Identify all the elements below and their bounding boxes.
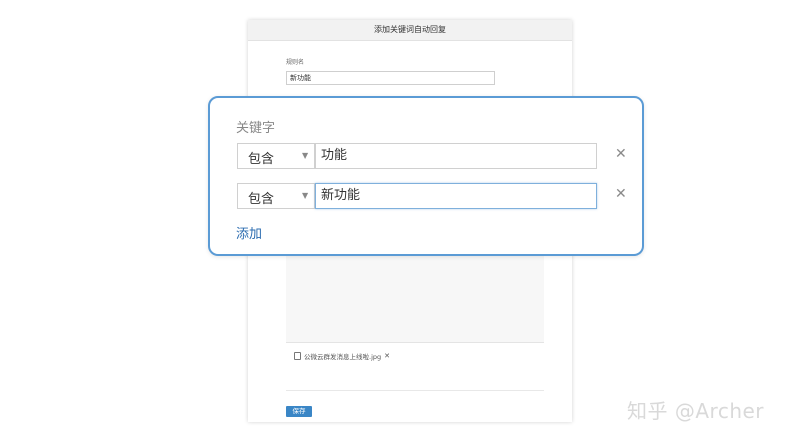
match-type-value: 包含 xyxy=(248,192,275,207)
match-type-select[interactable]: 包含 ▼ xyxy=(237,143,315,169)
dialog-title: 添加关键词自动回复 xyxy=(248,20,572,41)
keyword-section-title: 关键字 xyxy=(236,121,276,136)
chevron-down-icon: ▼ xyxy=(302,151,309,160)
attachment-item: 公微云群发消息上线啦.jpg ✕ xyxy=(294,351,390,361)
chevron-down-icon: ▼ xyxy=(302,191,309,200)
attachment-remove-icon[interactable]: ✕ xyxy=(384,352,390,360)
rule-name-input[interactable]: 新功能 xyxy=(286,71,495,85)
image-file-icon xyxy=(294,352,301,360)
divider xyxy=(286,390,544,391)
rule-name-label: 规则名 xyxy=(286,59,305,66)
keyword-panel-zoom: 关键字 包含 ▼ 功能 ✕ 包含 ▼ 新功能 ✕ 添加 xyxy=(208,96,644,256)
add-keyword-link[interactable]: 添加 xyxy=(236,223,262,242)
keyword-input[interactable]: 新功能 xyxy=(315,183,597,209)
save-button[interactable]: 保存 xyxy=(286,406,312,417)
reply-content-area[interactable] xyxy=(286,256,544,343)
keyword-input[interactable]: 功能 xyxy=(315,143,597,169)
remove-keyword-icon[interactable]: ✕ xyxy=(615,146,627,162)
match-type-value: 包含 xyxy=(248,152,275,167)
divider xyxy=(286,342,544,343)
keyword-row: 包含 ▼ 功能 ✕ xyxy=(237,143,627,169)
remove-keyword-icon[interactable]: ✕ xyxy=(615,186,627,202)
watermark: 知乎 @Archer xyxy=(627,399,765,423)
attachment-name: 公微云群发消息上线啦.jpg xyxy=(304,353,382,361)
match-type-select[interactable]: 包含 ▼ xyxy=(237,183,315,209)
keyword-row: 包含 ▼ 新功能 ✕ xyxy=(237,183,627,209)
